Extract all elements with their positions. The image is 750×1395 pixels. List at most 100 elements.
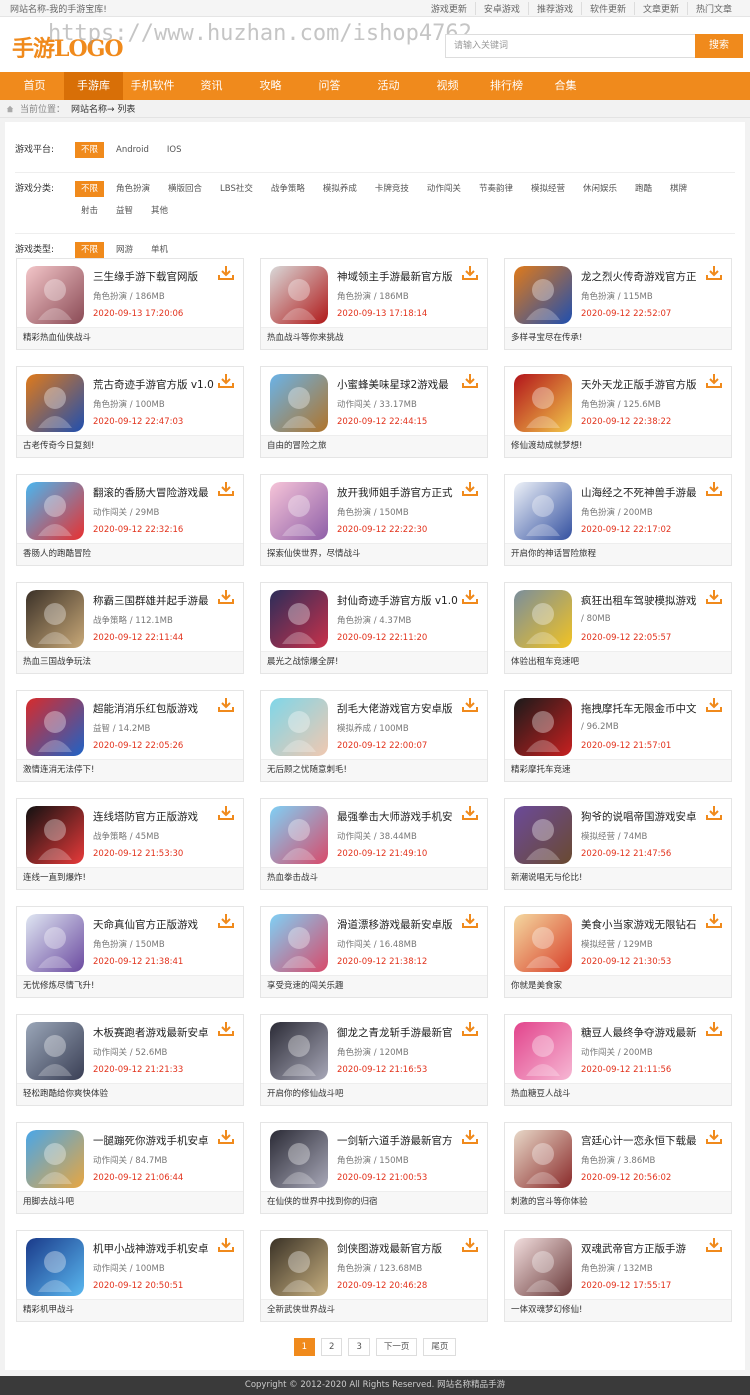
nav-item[interactable]: 视频 <box>418 72 477 100</box>
game-title[interactable]: 狗爷的说唱帝国游戏安卓 <box>581 809 705 824</box>
filter-option[interactable]: 单机 <box>145 242 174 258</box>
download-icon[interactable] <box>217 697 235 713</box>
game-card[interactable]: 超能消消乐红包版游戏 益智 / 14.2MB 2020-09-12 22:05:26… <box>16 690 244 782</box>
assassin-icon[interactable] <box>270 266 328 324</box>
dragon-orb-icon[interactable] <box>26 374 84 432</box>
filter-option[interactable]: 模拟经营 <box>525 181 571 197</box>
nav-item[interactable]: 手机软件 <box>123 72 182 100</box>
fall-guy-icon[interactable] <box>514 1022 572 1080</box>
download-icon[interactable] <box>217 1129 235 1145</box>
swordsman-icon[interactable] <box>270 1130 328 1188</box>
filter-option[interactable]: 网游 <box>110 242 139 258</box>
filter-option[interactable]: 射击 <box>75 203 104 219</box>
game-card[interactable]: 拖拽摩托车无限金币中文 / 96.2MB 2020-09-12 21:57:01 精… <box>504 690 732 782</box>
download-icon[interactable] <box>705 1021 723 1037</box>
filter-option[interactable]: 益智 <box>110 203 139 219</box>
game-card[interactable]: 一剑斩六道手游最新官方 角色扮演 / 150MB 2020-09-12 21:00:… <box>260 1122 488 1214</box>
filter-option[interactable]: 不限 <box>75 242 105 258</box>
game-card[interactable]: 最强拳击大师游戏手机安 动作闯关 / 38.44MB 2020-09-12 21:4… <box>260 798 488 890</box>
game-card[interactable]: 疯狂出租车驾驶模拟游戏 / 80MB 2020-09-12 22:05:57 体验出… <box>504 582 732 674</box>
game-title[interactable]: 剑侠图游戏最新官方版 <box>337 1241 461 1256</box>
game-title[interactable]: 刮毛大佬游戏官方安卓版 <box>337 701 461 716</box>
three-kingdoms-icon[interactable] <box>26 590 84 648</box>
noodle-bowl-icon[interactable] <box>514 914 572 972</box>
palace-lady-icon[interactable] <box>514 1130 572 1188</box>
filter-option[interactable]: 模拟养成 <box>317 181 363 197</box>
filter-option[interactable]: 跑酷 <box>629 181 658 197</box>
nav-item[interactable]: 手游库 <box>64 72 123 100</box>
game-title[interactable]: 美食小当家游戏无限钻石 <box>581 917 705 932</box>
game-card[interactable]: 神域领主手游最新官方版 角色扮演 / 186MB 2020-09-13 17:18:… <box>260 258 488 350</box>
game-title[interactable]: 小蜜蜂美味星球2游戏最 <box>337 377 461 392</box>
download-icon[interactable] <box>705 913 723 929</box>
filter-option[interactable]: LBS社交 <box>214 181 259 197</box>
game-card[interactable]: 小蜜蜂美味星球2游戏最 动作闯关 / 33.17MB 2020-09-12 22:4… <box>260 366 488 458</box>
female-warrior-icon[interactable] <box>26 266 84 324</box>
game-card[interactable]: 狗爷的说唱帝国游戏安卓 模拟经营 / 74MB 2020-09-12 21:47:5… <box>504 798 732 890</box>
breadcrumb-path[interactable]: 网站名称→ 列表 <box>71 102 135 115</box>
download-icon[interactable] <box>217 481 235 497</box>
taxi-icon[interactable] <box>514 590 572 648</box>
game-title[interactable]: 木板赛跑者游戏最新安卓 <box>93 1025 217 1040</box>
top-link[interactable]: 安卓游戏 <box>474 1 528 15</box>
game-title[interactable]: 龙之烈火传奇游戏官方正 <box>581 269 705 284</box>
page-button[interactable]: 3 <box>348 1338 370 1356</box>
download-icon[interactable] <box>217 1237 235 1253</box>
download-icon[interactable] <box>217 265 235 281</box>
line-tower-icon[interactable] <box>26 806 84 864</box>
sausage-icon[interactable] <box>26 482 84 540</box>
game-title[interactable]: 最强拳击大师游戏手机安 <box>337 809 461 824</box>
filter-option[interactable]: 节奏韵律 <box>473 181 519 197</box>
game-title[interactable]: 双魂武帝官方正版手游 <box>581 1241 705 1256</box>
fairy-girl-icon[interactable] <box>26 914 84 972</box>
download-icon[interactable] <box>217 589 235 605</box>
shaving-leg-icon[interactable] <box>270 698 328 756</box>
filter-option[interactable]: 横版回合 <box>162 181 208 197</box>
game-title[interactable]: 御龙之青龙斩手游最新官 <box>337 1025 461 1040</box>
download-icon[interactable] <box>705 1237 723 1253</box>
bear-planet-icon[interactable] <box>270 374 328 432</box>
download-icon[interactable] <box>461 481 479 497</box>
nav-item[interactable]: 合集 <box>536 72 595 100</box>
game-title[interactable]: 一剑斩六道手游最新官方 <box>337 1133 461 1148</box>
game-card[interactable]: 三生缘手游下载官网版 角色扮演 / 186MB 2020-09-13 17:20:0… <box>16 258 244 350</box>
nav-item[interactable]: 攻略 <box>241 72 300 100</box>
game-title[interactable]: 宫廷心计一恋永恒下载最 <box>581 1133 705 1148</box>
warrior-girl-icon[interactable] <box>270 590 328 648</box>
filter-option[interactable]: 棋牌 <box>664 181 693 197</box>
top-link[interactable]: 软件更新 <box>580 1 634 15</box>
download-icon[interactable] <box>217 373 235 389</box>
download-icon[interactable] <box>705 697 723 713</box>
game-card[interactable]: 称霸三国群雄并起手游最 战争策略 / 112.1MB 2020-09-12 22:1… <box>16 582 244 674</box>
filter-option[interactable]: Android <box>110 142 155 158</box>
download-icon[interactable] <box>461 1129 479 1145</box>
jianxia-calligraphy-icon[interactable] <box>270 1238 328 1296</box>
runner-icon[interactable] <box>26 1022 84 1080</box>
download-icon[interactable] <box>705 373 723 389</box>
download-icon[interactable] <box>461 265 479 281</box>
shanhai-calligraphy-icon[interactable] <box>514 482 572 540</box>
game-title[interactable]: 拖拽摩托车无限金币中文 <box>581 701 705 716</box>
filter-option[interactable]: 其他 <box>145 203 174 219</box>
toy-car-icon[interactable] <box>270 806 328 864</box>
mecha-icon[interactable] <box>26 1238 84 1296</box>
filter-option[interactable]: 战争策略 <box>265 181 311 197</box>
super-blocks-icon[interactable] <box>26 698 84 756</box>
game-card[interactable]: 龙之烈火传奇游戏官方正 角色扮演 / 115MB 2020-09-12 22:52:… <box>504 258 732 350</box>
viking-icon[interactable] <box>26 1130 84 1188</box>
game-card[interactable]: 宫廷心计一恋永恒下载最 角色扮演 / 3.86MB 2020-09-12 20:56… <box>504 1122 732 1214</box>
game-title[interactable]: 连线塔防官方正版游戏 <box>93 809 217 824</box>
game-title[interactable]: 山海经之不死神兽手游最 <box>581 485 705 500</box>
download-icon[interactable] <box>461 697 479 713</box>
game-title[interactable]: 机甲小战神游戏手机安卓 <box>93 1241 217 1256</box>
download-icon[interactable] <box>461 373 479 389</box>
drag-bike-icon[interactable] <box>514 698 572 756</box>
toy-car-icon[interactable] <box>270 914 328 972</box>
filter-option[interactable]: 休闲娱乐 <box>577 181 623 197</box>
filter-option[interactable]: IOS <box>161 142 188 158</box>
game-card[interactable]: 机甲小战神游戏手机安卓 动作闯关 / 100MB 2020-09-12 20:50:… <box>16 1230 244 1322</box>
game-card[interactable]: 滑道漂移游戏最新安卓版 动作闯关 / 16.48MB 2020-09-12 21:3… <box>260 906 488 998</box>
page-button[interactable]: 1 <box>293 1338 316 1356</box>
game-title[interactable]: 翻滚的香肠大冒险游戏最 <box>93 485 217 500</box>
page-button[interactable]: 2 <box>321 1338 343 1356</box>
